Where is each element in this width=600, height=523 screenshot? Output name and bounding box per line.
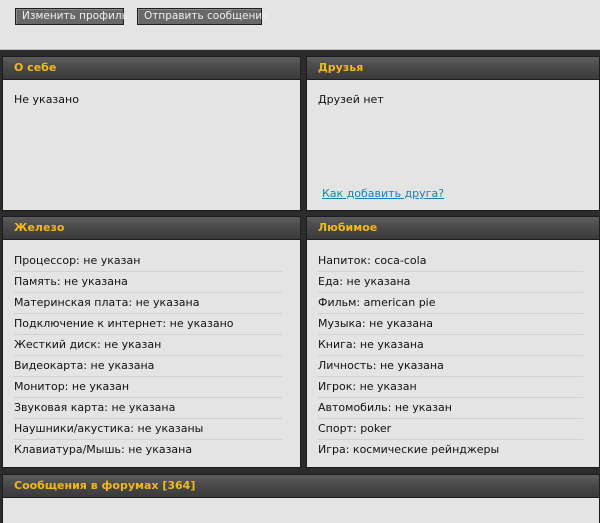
hardware-item-memory: Память: не указана	[14, 272, 282, 293]
about-text: Не указано	[14, 93, 79, 106]
friends-panel: Друзья Друзей нет Как добавить друга?	[306, 56, 600, 211]
favorite-item-drink: Напиток: coca-cola	[318, 251, 583, 272]
friends-panel-title: Друзья	[307, 57, 599, 80]
favorite-item-sport: Спорт: poker	[318, 419, 583, 440]
hardware-item-cpu: Процессор: не указан	[14, 251, 282, 272]
hardware-item-internet: Подключение к интернет: не указано	[14, 314, 282, 335]
add-friend-link[interactable]: Как добавить друга?	[322, 187, 444, 200]
hardware-item-headphones: Наушники/акустика: не указаны	[14, 419, 282, 440]
favorites-panel: Любимое Напиток: coca-cola Еда: не указа…	[306, 216, 600, 468]
hardware-item-motherboard: Материнская плата: не указана	[14, 293, 282, 314]
favorites-panel-title: Любимое	[307, 217, 599, 240]
profile-actions-bar: Изменить профиль Отправить сообщение	[0, 0, 600, 50]
hardware-item-monitor: Монитор: не указан	[14, 377, 282, 398]
hardware-item-hdd: Жесткий диск: не указан	[14, 335, 282, 356]
favorite-item-player: Игрок: не указан	[318, 377, 583, 398]
hardware-item-sound: Звуковая карта: не указана	[14, 398, 282, 419]
hardware-list: Процессор: не указан Память: не указана …	[14, 251, 282, 461]
hardware-panel-title: Железо	[3, 217, 300, 240]
favorite-item-car: Автомобиль: не указан	[318, 398, 583, 419]
favorite-item-game: Игра: космические рейнджеры	[318, 443, 500, 456]
about-panel-title: О себе	[3, 57, 300, 80]
forum-posts-title[interactable]: Сообщения в форумах [364]	[3, 475, 599, 498]
favorite-item-food: Еда: не указана	[318, 272, 583, 293]
edit-profile-button[interactable]: Изменить профиль	[15, 8, 128, 25]
hardware-panel: Железо Процессор: не указан Память: не у…	[2, 216, 301, 468]
hardware-item-keyboard-mouse: Клавиатура/Мышь: не указана	[14, 443, 193, 456]
favorite-item-movie: Фильм: american pie	[318, 293, 583, 314]
favorite-item-music: Музыка: не указана	[318, 314, 583, 335]
send-message-button[interactable]: Отправить сообщение	[137, 8, 269, 25]
forum-posts-panel: Сообщения в форумах [364]	[2, 474, 600, 523]
favorites-list: Напиток: coca-cola Еда: не указана Фильм…	[318, 251, 583, 461]
favorite-item-book: Книга: не указана	[318, 335, 583, 356]
friends-text: Друзей нет	[318, 93, 384, 106]
about-panel: О себе Не указано	[2, 56, 301, 211]
hardware-item-gpu: Видеокарта: не указана	[14, 356, 282, 377]
favorite-item-person: Личность: не указана	[318, 356, 583, 377]
